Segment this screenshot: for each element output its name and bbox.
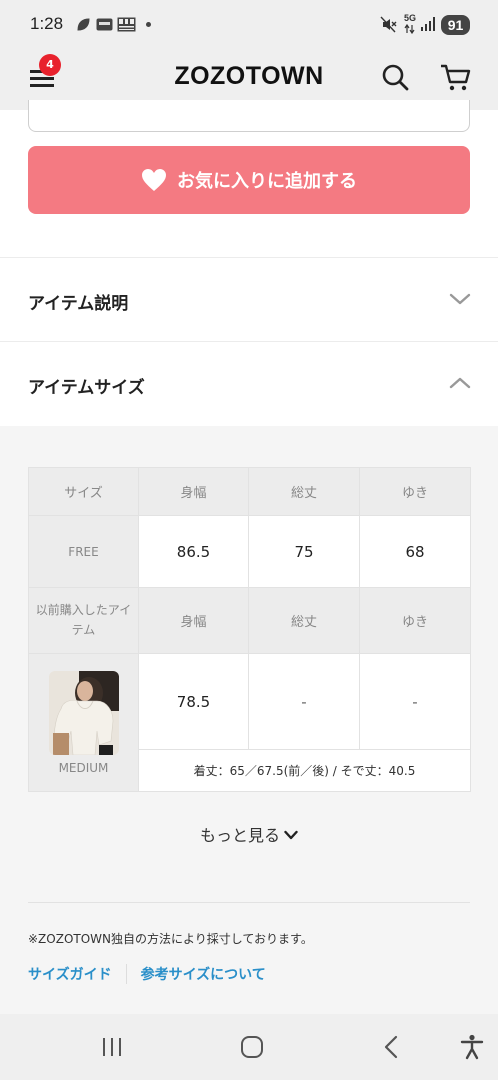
recent-apps-icon[interactable] (101, 1036, 123, 1058)
link-divider (125, 964, 127, 984)
chevron-down-icon (449, 293, 471, 305)
reference-size-link[interactable]: 参考サイズについて (141, 964, 266, 984)
table-cell: 86.5 (138, 515, 249, 588)
purchased-size-label: MEDIUM (58, 760, 109, 775)
battery-icon: 91 (441, 15, 470, 35)
accordion-item-description[interactable]: アイテム説明 (0, 257, 498, 341)
purchased-note: 着丈：65／67.5(前／後) / そで丈：40.5 (138, 749, 471, 792)
home-icon[interactable] (240, 1035, 264, 1059)
size-guide-link[interactable]: サイズガイド (28, 964, 112, 984)
cart-icon[interactable] (440, 62, 472, 92)
purchased-item-thumbnail[interactable] (48, 670, 119, 755)
table-cell: 68 (359, 515, 471, 588)
accordion-item-size[interactable]: アイテムサイズ (0, 341, 498, 425)
column-header: 総丈 (248, 587, 360, 654)
table-row: MEDIUM 78.5 - - (28, 653, 471, 792)
system-nav-bar (0, 1014, 498, 1080)
status-bar: 1:28 5G 91 (0, 0, 498, 50)
leaf-icon (77, 18, 90, 31)
chevron-down-icon (284, 830, 298, 840)
column-header: 身幅 (138, 587, 249, 654)
column-header: ゆき (359, 467, 471, 516)
show-more-button[interactable]: もっと見る (0, 822, 498, 846)
favorite-label: お気に入りに追加する (177, 171, 357, 192)
network-label: 5G (404, 13, 417, 23)
table-cell: 75 (248, 515, 360, 588)
table-row: FREE 86.5 75 68 (28, 515, 471, 588)
chevron-up-icon (449, 377, 471, 389)
table-row: サイズ 身幅 総丈 ゆき (28, 467, 471, 516)
heart-icon (142, 169, 166, 191)
zozotown-logo[interactable]: ZOZOTOWN (0, 62, 498, 91)
accordion-label: アイテムサイズ (28, 378, 145, 398)
selector-box[interactable] (28, 100, 470, 132)
size-label: FREE (28, 515, 139, 588)
table-row: 以前購入したアイテム 身幅 総丈 ゆき (28, 587, 471, 654)
column-header: 身幅 (138, 467, 249, 516)
divider (28, 902, 470, 903)
add-to-favorites-button[interactable]: お気に入りに追加する (28, 146, 470, 214)
qr-icon (117, 17, 136, 32)
size-links: サイズガイド 参考サイズについて (28, 964, 266, 984)
table-cell: - (248, 653, 360, 750)
column-header: ゆき (359, 587, 471, 654)
signal-icon (421, 17, 435, 31)
table-cell: 78.5 (138, 653, 249, 750)
accordion-label: アイテム説明 (28, 294, 129, 314)
accessibility-icon[interactable] (460, 1034, 484, 1060)
status-time: 1:28 (30, 14, 64, 33)
mute-icon (380, 16, 397, 33)
column-header: 総丈 (248, 467, 360, 516)
purchased-label: 以前購入したアイテム (28, 587, 139, 654)
table-cell: - (359, 653, 471, 750)
size-table: サイズ 身幅 総丈 ゆき FREE 86.5 75 68 以前購入したアイテム … (28, 467, 471, 792)
show-more-label: もっと見る (199, 826, 280, 845)
screen-icon (96, 18, 113, 31)
wifi-arrows-icon (404, 24, 415, 34)
size-header: サイズ (28, 467, 139, 516)
measurement-footnote: ※ZOZOTOWN独自の方法により採寸しております。 (28, 932, 313, 946)
back-icon[interactable] (382, 1035, 400, 1059)
dot-icon (146, 22, 151, 27)
purchased-item-cell[interactable]: MEDIUM (28, 653, 139, 792)
search-icon[interactable] (380, 62, 410, 92)
